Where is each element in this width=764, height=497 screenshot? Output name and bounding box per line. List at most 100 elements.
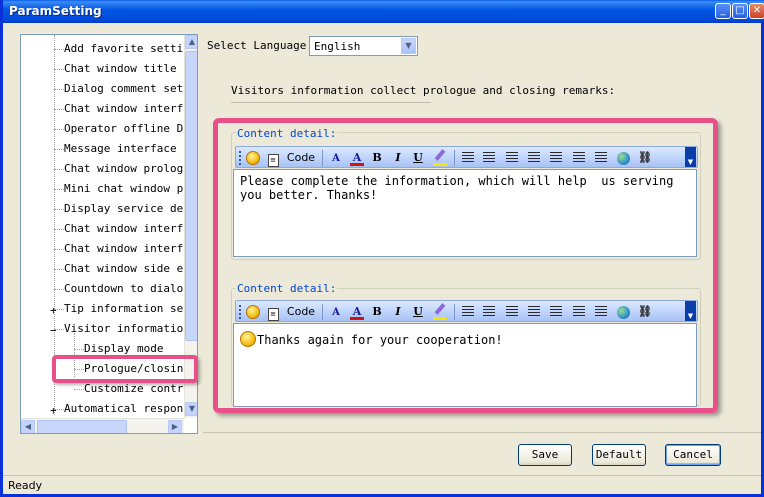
content-editor-1[interactable]: Please complete the information, which w… xyxy=(233,169,697,257)
align-right-icon[interactable] xyxy=(548,150,564,166)
link-icon[interactable] xyxy=(615,304,631,320)
align-right-icon[interactable] xyxy=(548,304,564,320)
template-icon[interactable]: ≡ xyxy=(266,304,280,321)
code-button-text: Code xyxy=(286,305,316,318)
unordered-list-icon[interactable] xyxy=(481,150,497,166)
close-icon[interactable]: ✕ xyxy=(749,3,764,19)
ordered-list-icon[interactable] xyxy=(460,150,476,166)
bold-button[interactable]: B xyxy=(370,304,384,320)
content-editor-2[interactable]: Thanks again for your cooperation! xyxy=(233,323,697,407)
tree-item-label: Chat window interfac xyxy=(64,102,197,115)
scroll-thumb-horizontal[interactable] xyxy=(37,420,127,433)
chevron-down-icon[interactable]: ▼ xyxy=(401,38,416,54)
font-size-icon[interactable]: A xyxy=(328,304,344,320)
tree-item[interactable]: Chat window interfac xyxy=(64,99,196,119)
tree-item-label: Chat window side edg xyxy=(64,262,197,275)
tree-item[interactable]: Add favorite setting xyxy=(64,39,196,59)
tree-item[interactable]: Mini chat window pro xyxy=(64,179,196,199)
scroll-thumb[interactable] xyxy=(185,51,197,341)
tree-horizontal-scrollbar[interactable]: ◀ ▶ xyxy=(21,418,184,433)
tree-item[interactable]: Tip information sett xyxy=(64,299,196,319)
align-left-icon[interactable] xyxy=(504,304,520,320)
tree-item-label: Message interface se xyxy=(64,142,197,155)
scroll-up-icon[interactable]: ▲ xyxy=(185,35,197,49)
unordered-list-icon[interactable] xyxy=(481,304,497,320)
indent-icon[interactable] xyxy=(593,304,609,320)
expand-icon[interactable]: + xyxy=(50,404,57,417)
tree-item[interactable]: Operator offline Dis xyxy=(64,119,196,139)
highlight-icon[interactable] xyxy=(432,149,448,166)
tree-item-label: Dialog comment setti xyxy=(64,82,197,95)
tree-item[interactable]: Chat window side edg xyxy=(64,259,196,279)
maximize-icon[interactable]: □ xyxy=(732,3,748,19)
outdent-icon[interactable] xyxy=(571,150,587,166)
unlink-icon[interactable]: ⛓ xyxy=(637,304,653,320)
language-select[interactable]: English ▼ xyxy=(309,36,418,56)
tree-item-label: Visitor information xyxy=(64,322,190,335)
link-icon[interactable] xyxy=(615,150,631,166)
highlight-icon[interactable] xyxy=(432,303,448,320)
expand-icon[interactable]: + xyxy=(50,304,57,317)
editor-toolbar-1: ≡ Code A A B I U ⛓ ▼ xyxy=(235,146,698,168)
code-button[interactable]: Code xyxy=(284,304,318,320)
outdent-icon[interactable] xyxy=(571,304,587,320)
tree-item-label: Customize control xyxy=(84,382,197,395)
cancel-button[interactable]: Cancel xyxy=(665,444,721,466)
toolbar-more-icon[interactable]: ▼ xyxy=(685,147,696,167)
tree-item[interactable]: Countdown to dialog xyxy=(64,279,190,299)
smiley-icon[interactable] xyxy=(245,150,261,166)
toolbar-separator xyxy=(322,150,323,166)
italic-button[interactable]: I xyxy=(391,150,405,166)
collapse-icon[interactable]: − xyxy=(50,324,57,337)
align-center-icon[interactable] xyxy=(526,150,542,166)
tree-item-label: Chat window prologue xyxy=(64,162,197,175)
tree-item[interactable]: Chat window interfac xyxy=(64,219,196,239)
save-button[interactable]: Save xyxy=(518,444,572,466)
font-color-icon[interactable]: A xyxy=(349,150,365,166)
font-size-icon[interactable]: A xyxy=(328,150,344,166)
tree-item[interactable]: Display service deps xyxy=(64,199,196,219)
toolbar-separator xyxy=(454,150,455,166)
tree-connector xyxy=(54,289,64,290)
template-icon[interactable]: ≡ xyxy=(266,150,280,167)
unlink-icon[interactable]: ⛓ xyxy=(637,150,653,166)
tree-item[interactable]: Chat window interfac xyxy=(64,239,196,259)
align-left-icon[interactable] xyxy=(504,150,520,166)
status-bar: Ready xyxy=(3,475,761,494)
tree-item[interactable]: Automatical response xyxy=(64,399,196,419)
tree-connector xyxy=(74,349,84,350)
intro-divider xyxy=(231,102,431,103)
default-button[interactable]: Default xyxy=(592,444,646,466)
bold-button[interactable]: B xyxy=(370,150,384,166)
font-color-icon[interactable]: A xyxy=(349,304,365,320)
tree-connector xyxy=(54,129,64,130)
toolbar-separator xyxy=(322,304,323,320)
tree-item-label: Countdown to dialog xyxy=(64,282,190,295)
code-button[interactable]: Code xyxy=(284,150,318,166)
align-center-icon[interactable] xyxy=(526,304,542,320)
scroll-right-icon[interactable]: ▶ xyxy=(168,420,182,433)
tree-item[interactable]: Chat window prologue xyxy=(64,159,196,179)
window-title: ParamSetting xyxy=(9,4,102,18)
toolbar-grip-icon xyxy=(239,305,241,319)
tree-item[interactable]: Message interface se xyxy=(64,139,196,159)
scroll-left-icon[interactable]: ◀ xyxy=(21,420,35,433)
tree-item-label: Chat window interfac xyxy=(64,222,197,235)
ordered-list-icon[interactable] xyxy=(460,304,476,320)
tree-item-label: Chat window interfac xyxy=(64,242,197,255)
tree-item[interactable]: Dialog comment setti xyxy=(64,79,196,99)
tree-item[interactable]: Chat window title se xyxy=(64,59,196,79)
italic-button[interactable]: I xyxy=(391,304,405,320)
tree-item-label: Tip information sett xyxy=(64,302,197,315)
title-bar[interactable]: ParamSetting _ □ ✕ xyxy=(3,0,764,23)
font-size-icon-text: A xyxy=(332,153,340,164)
scroll-down-icon[interactable]: ▼ xyxy=(185,402,197,416)
tree-item[interactable]: Visitor information xyxy=(64,319,190,339)
indent-icon[interactable] xyxy=(593,150,609,166)
bold-button-text: B xyxy=(372,305,382,318)
minimize-icon[interactable]: _ xyxy=(715,3,731,19)
toolbar-more-icon[interactable]: ▼ xyxy=(685,301,696,321)
underline-button[interactable]: U xyxy=(411,304,425,320)
smiley-icon[interactable] xyxy=(245,304,261,320)
underline-button[interactable]: U xyxy=(411,150,425,166)
